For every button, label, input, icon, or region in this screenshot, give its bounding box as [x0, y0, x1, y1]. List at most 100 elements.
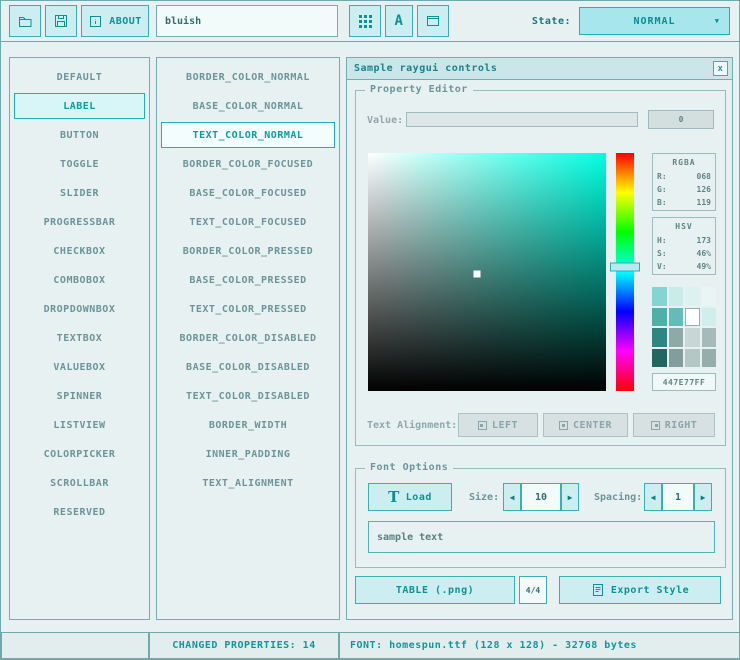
toolbar: ABOUT A State: NORMAL ▼: [1, 1, 739, 42]
export-file-icon: [591, 583, 605, 597]
list-item[interactable]: BUTTON: [14, 122, 145, 148]
list-item[interactable]: BORDER_COLOR_FOCUSED: [161, 151, 335, 177]
list-item[interactable]: COLORPICKER: [14, 441, 145, 467]
rgba-row-g: G: 126: [656, 183, 712, 196]
hex-value-box[interactable]: 447E77FF: [652, 373, 716, 391]
color-swatch[interactable]: [669, 287, 684, 306]
hsv-h-label: H:: [657, 236, 667, 245]
list-item[interactable]: BORDER_COLOR_DISABLED: [161, 325, 335, 351]
font-settings-button[interactable]: A: [385, 5, 413, 37]
list-item[interactable]: PROGRESSBAR: [14, 209, 145, 235]
about-button[interactable]: ABOUT: [81, 5, 149, 37]
align-right-label: RIGHT: [665, 420, 698, 431]
size-value-box[interactable]: 10: [521, 483, 561, 511]
arrow-left-icon: ◀: [510, 493, 515, 502]
list-item[interactable]: DROPDOWNBOX: [14, 296, 145, 322]
hue-handle[interactable]: [610, 263, 640, 272]
list-item[interactable]: LABEL: [14, 93, 145, 119]
color-swatch[interactable]: [702, 308, 717, 327]
arrow-right-icon: ▶: [568, 493, 573, 502]
list-item[interactable]: BORDER_COLOR_PRESSED: [161, 238, 335, 264]
align-center-icon: [559, 421, 568, 430]
rgba-row-r: R: 068: [656, 170, 712, 183]
color-swatch[interactable]: [702, 349, 717, 368]
about-button-label: ABOUT: [109, 16, 142, 27]
list-item[interactable]: BASE_COLOR_FOCUSED: [161, 180, 335, 206]
color-swatch[interactable]: [669, 308, 684, 327]
style-name-input[interactable]: [156, 5, 338, 37]
size-decrease-button[interactable]: ◀: [503, 483, 521, 511]
export-table-button[interactable]: TABLE (.png): [355, 576, 515, 604]
list-item[interactable]: SPINNER: [14, 383, 145, 409]
value-slider[interactable]: [406, 112, 638, 127]
hsv-s-label: S:: [657, 249, 667, 258]
list-item[interactable]: TEXT_COLOR_FOCUSED: [161, 209, 335, 235]
color-swatch[interactable]: [685, 287, 700, 306]
sample-text-input[interactable]: sample text: [368, 521, 715, 553]
align-left-button[interactable]: LEFT: [458, 413, 538, 437]
close-button[interactable]: x: [713, 61, 728, 76]
align-right-button[interactable]: RIGHT: [633, 413, 715, 437]
list-item[interactable]: BORDER_WIDTH: [161, 412, 335, 438]
spacing-value-box[interactable]: 1: [662, 483, 694, 511]
color-swatch[interactable]: [652, 328, 667, 347]
list-item[interactable]: RESERVED: [14, 499, 145, 525]
property-editor-group: Property Editor Value: 0 RGBA R: 068 G: …: [355, 90, 726, 446]
list-item[interactable]: DEFAULT: [14, 64, 145, 90]
load-font-button[interactable]: T Load: [368, 483, 452, 511]
color-swatch[interactable]: [702, 287, 717, 306]
color-swatch[interactable]: [669, 328, 684, 347]
list-item[interactable]: TEXT_ALIGNMENT: [161, 470, 335, 496]
info-card-icon: [88, 14, 103, 29]
align-left-label: LEFT: [492, 420, 518, 431]
hue-bar[interactable]: [616, 153, 634, 391]
style-table-button[interactable]: [349, 5, 381, 37]
list-item[interactable]: VALUEBOX: [14, 354, 145, 380]
list-item[interactable]: BASE_COLOR_DISABLED: [161, 354, 335, 380]
color-swatch[interactable]: [669, 349, 684, 368]
color-swatch[interactable]: [685, 349, 700, 368]
list-item[interactable]: TOGGLE: [14, 151, 145, 177]
spacing-decrease-button[interactable]: ◀: [644, 483, 662, 511]
color-swatch[interactable]: [685, 308, 700, 327]
color-swatch[interactable]: [685, 328, 700, 347]
sv-cursor[interactable]: [474, 271, 481, 278]
window-mode-button[interactable]: [417, 5, 449, 37]
list-item[interactable]: SLIDER: [14, 180, 145, 206]
list-item[interactable]: SCROLLBAR: [14, 470, 145, 496]
list-item[interactable]: INNER_PADDING: [161, 441, 335, 467]
list-item[interactable]: BASE_COLOR_PRESSED: [161, 267, 335, 293]
color-swatch[interactable]: [652, 349, 667, 368]
font-a-icon: A: [395, 13, 404, 29]
export-style-button[interactable]: Export Style: [559, 576, 721, 604]
pages-value-box[interactable]: 4/4: [519, 576, 547, 604]
list-item[interactable]: TEXT_COLOR_NORMAL: [161, 122, 335, 148]
list-item[interactable]: TEXT_COLOR_DISABLED: [161, 383, 335, 409]
list-item[interactable]: TEXTBOX: [14, 325, 145, 351]
save-style-button[interactable]: [45, 5, 77, 37]
size-increase-button[interactable]: ▶: [561, 483, 579, 511]
window-titlebar[interactable]: Sample raygui controls x: [347, 58, 732, 80]
statusbar: CHANGED PROPERTIES: 14 FONT: homespun.tt…: [1, 632, 739, 659]
color-swatch[interactable]: [652, 308, 667, 327]
sv-panel[interactable]: [368, 153, 606, 391]
font-options-group-label: Font Options: [365, 462, 453, 473]
align-center-button[interactable]: CENTER: [543, 413, 628, 437]
spacing-increase-button[interactable]: ▶: [694, 483, 712, 511]
list-item[interactable]: CHECKBOX: [14, 238, 145, 264]
list-item[interactable]: TEXT_COLOR_PRESSED: [161, 296, 335, 322]
size-label: Size:: [469, 483, 499, 511]
property-editor-group-label: Property Editor: [365, 84, 473, 95]
list-item[interactable]: BORDER_COLOR_NORMAL: [161, 64, 335, 90]
value-box[interactable]: 0: [648, 110, 714, 129]
list-item[interactable]: BASE_COLOR_NORMAL: [161, 93, 335, 119]
load-style-button[interactable]: [9, 5, 41, 37]
color-swatch[interactable]: [702, 328, 717, 347]
list-item[interactable]: COMBOBOX: [14, 267, 145, 293]
color-swatch[interactable]: [652, 287, 667, 306]
window-icon: [425, 13, 441, 29]
font-info-status: FONT: homespun.ttf (128 x 128) - 32768 b…: [339, 632, 740, 659]
list-item[interactable]: LISTVIEW: [14, 412, 145, 438]
state-dropdown[interactable]: NORMAL ▼: [579, 7, 730, 35]
style-color-grid: [652, 287, 716, 367]
